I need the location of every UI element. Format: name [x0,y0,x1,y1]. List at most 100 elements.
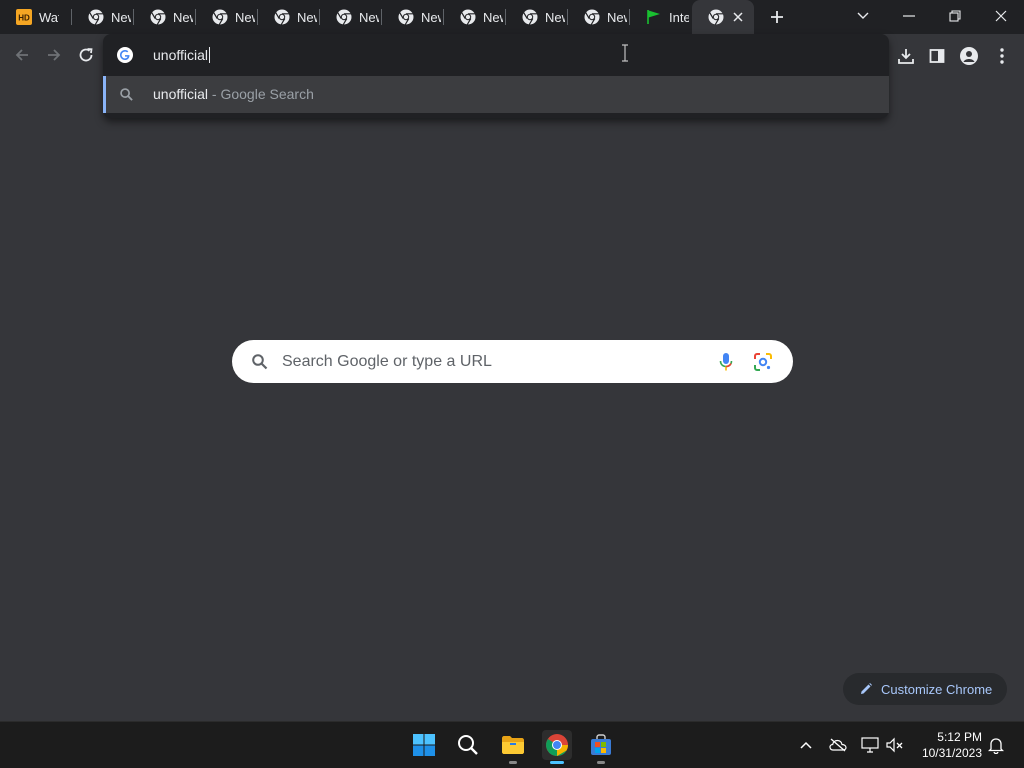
download-icon [898,49,914,64]
downloads-button[interactable] [894,44,918,68]
chrome-icon [398,9,414,25]
bell-icon [988,737,1004,754]
customize-chrome-label: Customize Chrome [881,681,993,697]
omnibox-suggestion[interactable]: unofficial - Google Search [103,76,889,113]
tab-title: New [421,9,441,25]
chevron-down-icon [857,12,869,19]
suggestion-text: unofficial - Google Search [153,86,314,102]
customize-chrome-button[interactable]: Customize Chrome [843,673,1007,705]
profile-button[interactable] [957,44,981,68]
tab-title: New [607,9,627,25]
taskbar: 5:12 PM 10/31/2023 [0,721,1024,768]
omnibox-popup: unofficial unofficial - Google Search [103,34,889,118]
chrome-logo-icon [546,734,568,756]
tab-title: New [483,9,503,25]
tab[interactable]: New [258,0,320,34]
chrome-icon [708,9,724,25]
google-lens-icon[interactable] [753,352,773,372]
hd-icon: HD [16,9,32,25]
tab-title: New [297,9,317,25]
chrome-icon [336,9,352,25]
search-icon [252,354,268,370]
file-explorer-button[interactable] [498,730,528,764]
tab[interactable]: New [196,0,258,34]
omnibox-query: unofficial [153,47,209,63]
chrome-icon [150,9,166,25]
text-cursor-icon [622,44,628,62]
minimize-button[interactable] [894,2,924,30]
tab[interactable]: New [444,0,506,34]
ntp-search-input[interactable] [282,350,702,374]
tab-title: Inte [669,9,689,25]
new-tab-button[interactable] [766,6,788,28]
folder-icon [502,736,524,754]
clock-date: 10/31/2023 [921,746,982,760]
tab[interactable]: HD Wat [0,0,72,34]
tab-title: Wat [39,9,59,25]
omnibox-input[interactable]: unofficial [153,47,211,63]
text-caret [209,47,211,63]
suggestion-detail: - Google Search [208,86,314,102]
windows-logo-icon [413,734,435,756]
tab-close-button[interactable] [729,8,747,26]
avatar-icon [960,47,978,65]
microphone-icon[interactable] [718,352,734,372]
menu-button[interactable] [990,44,1014,68]
notifications-button[interactable] [986,735,1006,755]
tab-title: New [173,9,193,25]
arrow-right-icon [48,49,61,61]
omnibox[interactable]: unofficial [103,34,889,76]
onedrive-button[interactable] [828,735,848,755]
plus-icon [771,11,783,23]
chrome-taskbar-button[interactable] [542,730,572,764]
minimize-icon [903,15,915,17]
reload-icon [79,48,93,62]
tab[interactable]: Inte [630,0,692,34]
search-icon [120,88,133,101]
tab[interactable]: New [568,0,630,34]
tab-strip: HD Wat New New New New New New New New New Inte [0,0,1024,34]
tab-title: New [359,9,379,25]
search-icon [458,735,478,755]
tab[interactable]: New [72,0,134,34]
more-vert-icon [1000,48,1004,64]
running-indicator [597,761,605,764]
restore-button[interactable] [940,2,970,30]
taskbar-search-button[interactable] [453,730,483,760]
chevron-up-icon [800,741,812,749]
network-button[interactable] [860,735,880,755]
close-window-button[interactable] [986,2,1016,30]
tab[interactable]: New [134,0,196,34]
suggestion-query: unofficial [153,86,209,102]
active-indicator [550,761,564,764]
show-hidden-icons-button[interactable] [796,735,816,755]
running-indicator [509,761,517,764]
tab[interactable]: New [382,0,444,34]
close-icon [995,10,1007,22]
tab-search-button[interactable] [848,2,878,30]
clock[interactable]: 5:12 PM 10/31/2023 [912,729,982,761]
clock-time: 5:12 PM [937,730,982,744]
restore-icon [949,10,961,22]
start-button[interactable] [409,730,439,760]
green-flag-icon [646,9,662,25]
chrome-icon [274,9,290,25]
reload-button[interactable] [73,42,99,68]
store-button[interactable] [586,730,616,764]
volume-button[interactable] [885,735,905,755]
store-icon [591,734,611,755]
tab-title: New [235,9,255,25]
side-panel-button[interactable] [925,44,949,68]
ntp-search-box[interactable] [232,340,793,383]
close-icon [733,12,743,22]
back-button[interactable] [9,42,35,68]
forward-button[interactable] [41,42,67,68]
chrome-icon [88,9,104,25]
chrome-icon [212,9,228,25]
volume-muted-icon [886,737,903,753]
arrow-left-icon [15,49,28,61]
google-g-icon [117,47,133,63]
chrome-icon [522,9,538,25]
tab[interactable]: New [320,0,382,34]
tab[interactable]: New [506,0,568,34]
